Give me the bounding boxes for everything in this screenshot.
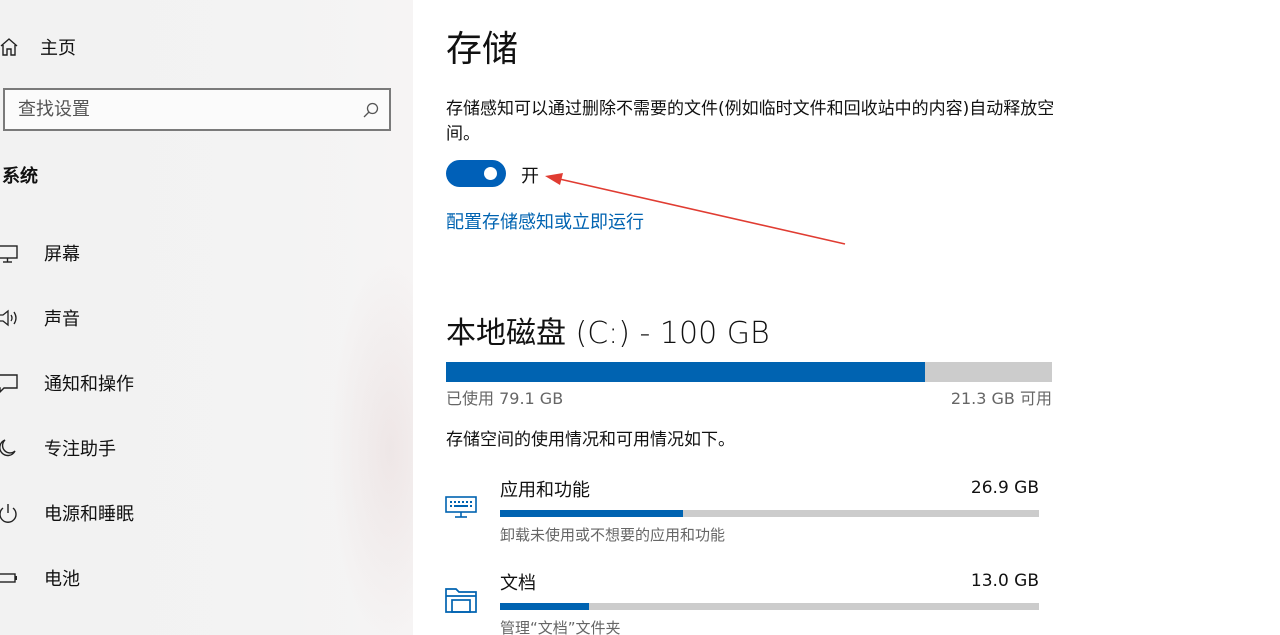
sidebar-item-power-sleep[interactable]: 电源和睡眠 [0, 496, 134, 530]
sidebar-item-label: 屏幕 [44, 244, 80, 265]
keyboard-icon [443, 488, 479, 524]
disk-used-label: 已使用 79.1 GB [446, 389, 564, 408]
category-usage-bar [500, 603, 1039, 610]
speaker-icon [0, 305, 22, 331]
toggle-knob [484, 167, 497, 180]
monitor-icon [0, 240, 22, 266]
notification-icon [0, 370, 22, 396]
sidebar-item-display[interactable]: 屏幕 [0, 236, 80, 270]
usage-description: 存储空间的使用情况和可用情况如下。 [446, 430, 735, 450]
sidebar-item-battery[interactable]: 电池 [0, 561, 80, 595]
category-description: 管理“文档”文件夹 [500, 619, 621, 635]
main-content: 存储 存储感知可以通过删除不需要的文件(例如临时文件和回收站中的内容)自动释放空… [413, 0, 1280, 635]
sidebar-item-focus-assist[interactable]: 专注助手 [0, 431, 116, 465]
battery-icon [0, 565, 22, 591]
sidebar-item-label: 专注助手 [44, 439, 116, 460]
folder-icon [443, 581, 479, 617]
storage-sense-toggle[interactable] [446, 160, 506, 187]
sidebar-item-notifications[interactable]: 通知和操作 [0, 366, 134, 400]
sidebar-item-label: 声音 [44, 309, 80, 330]
sidebar: 主页 系统 屏幕 声音 通知和操作 专注助手 电源和睡眠 [0, 0, 413, 635]
background-blur [330, 260, 413, 635]
disk-usage-bar [446, 362, 1052, 382]
nav-home-label: 主页 [40, 38, 76, 59]
category-usage-bar [500, 510, 1039, 517]
disk-usage-fill [446, 362, 926, 382]
category-size: 13.0 GB [970, 571, 1039, 591]
nav-home[interactable]: 主页 [0, 30, 76, 64]
moon-icon [0, 435, 22, 461]
sidebar-item-label: 电池 [44, 569, 80, 590]
sidebar-item-label: 通知和操作 [44, 374, 134, 395]
search-icon[interactable] [353, 92, 389, 128]
category-description: 卸载未使用或不想要的应用和功能 [500, 526, 726, 544]
toggle-state-label: 开 [521, 166, 539, 187]
category-name: 文档 [500, 573, 536, 594]
disk-free-label: 21.3 GB 可用 [950, 389, 1052, 408]
section-title-system: 系统 [2, 166, 38, 187]
power-icon [0, 500, 22, 526]
category-apps-features[interactable]: 应用和功能 26.9 GB 卸载未使用或不想要的应用和功能 [443, 476, 1043, 546]
disk-title: 本地磁盘 (C:) - 100 GB [446, 316, 770, 351]
configure-storage-sense-link[interactable]: 配置存储感知或立即运行 [446, 208, 644, 234]
category-usage-fill [500, 510, 684, 517]
storage-sense-description: 存储感知可以通过删除不需要的文件(例如临时文件和回收站中的内容)自动释放空间。 [446, 99, 1055, 144]
sidebar-item-sound[interactable]: 声音 [0, 301, 80, 335]
home-icon [0, 32, 24, 62]
category-name: 应用和功能 [500, 480, 590, 501]
search-box[interactable] [3, 88, 391, 131]
category-usage-fill [500, 603, 589, 610]
sidebar-item-label: 电源和睡眠 [44, 504, 134, 525]
category-size: 26.9 GB [970, 478, 1039, 498]
page-title: 存储 [446, 29, 519, 70]
category-documents[interactable]: 文档 13.0 GB 管理“文档”文件夹 [443, 569, 1043, 635]
search-input[interactable] [5, 99, 353, 120]
